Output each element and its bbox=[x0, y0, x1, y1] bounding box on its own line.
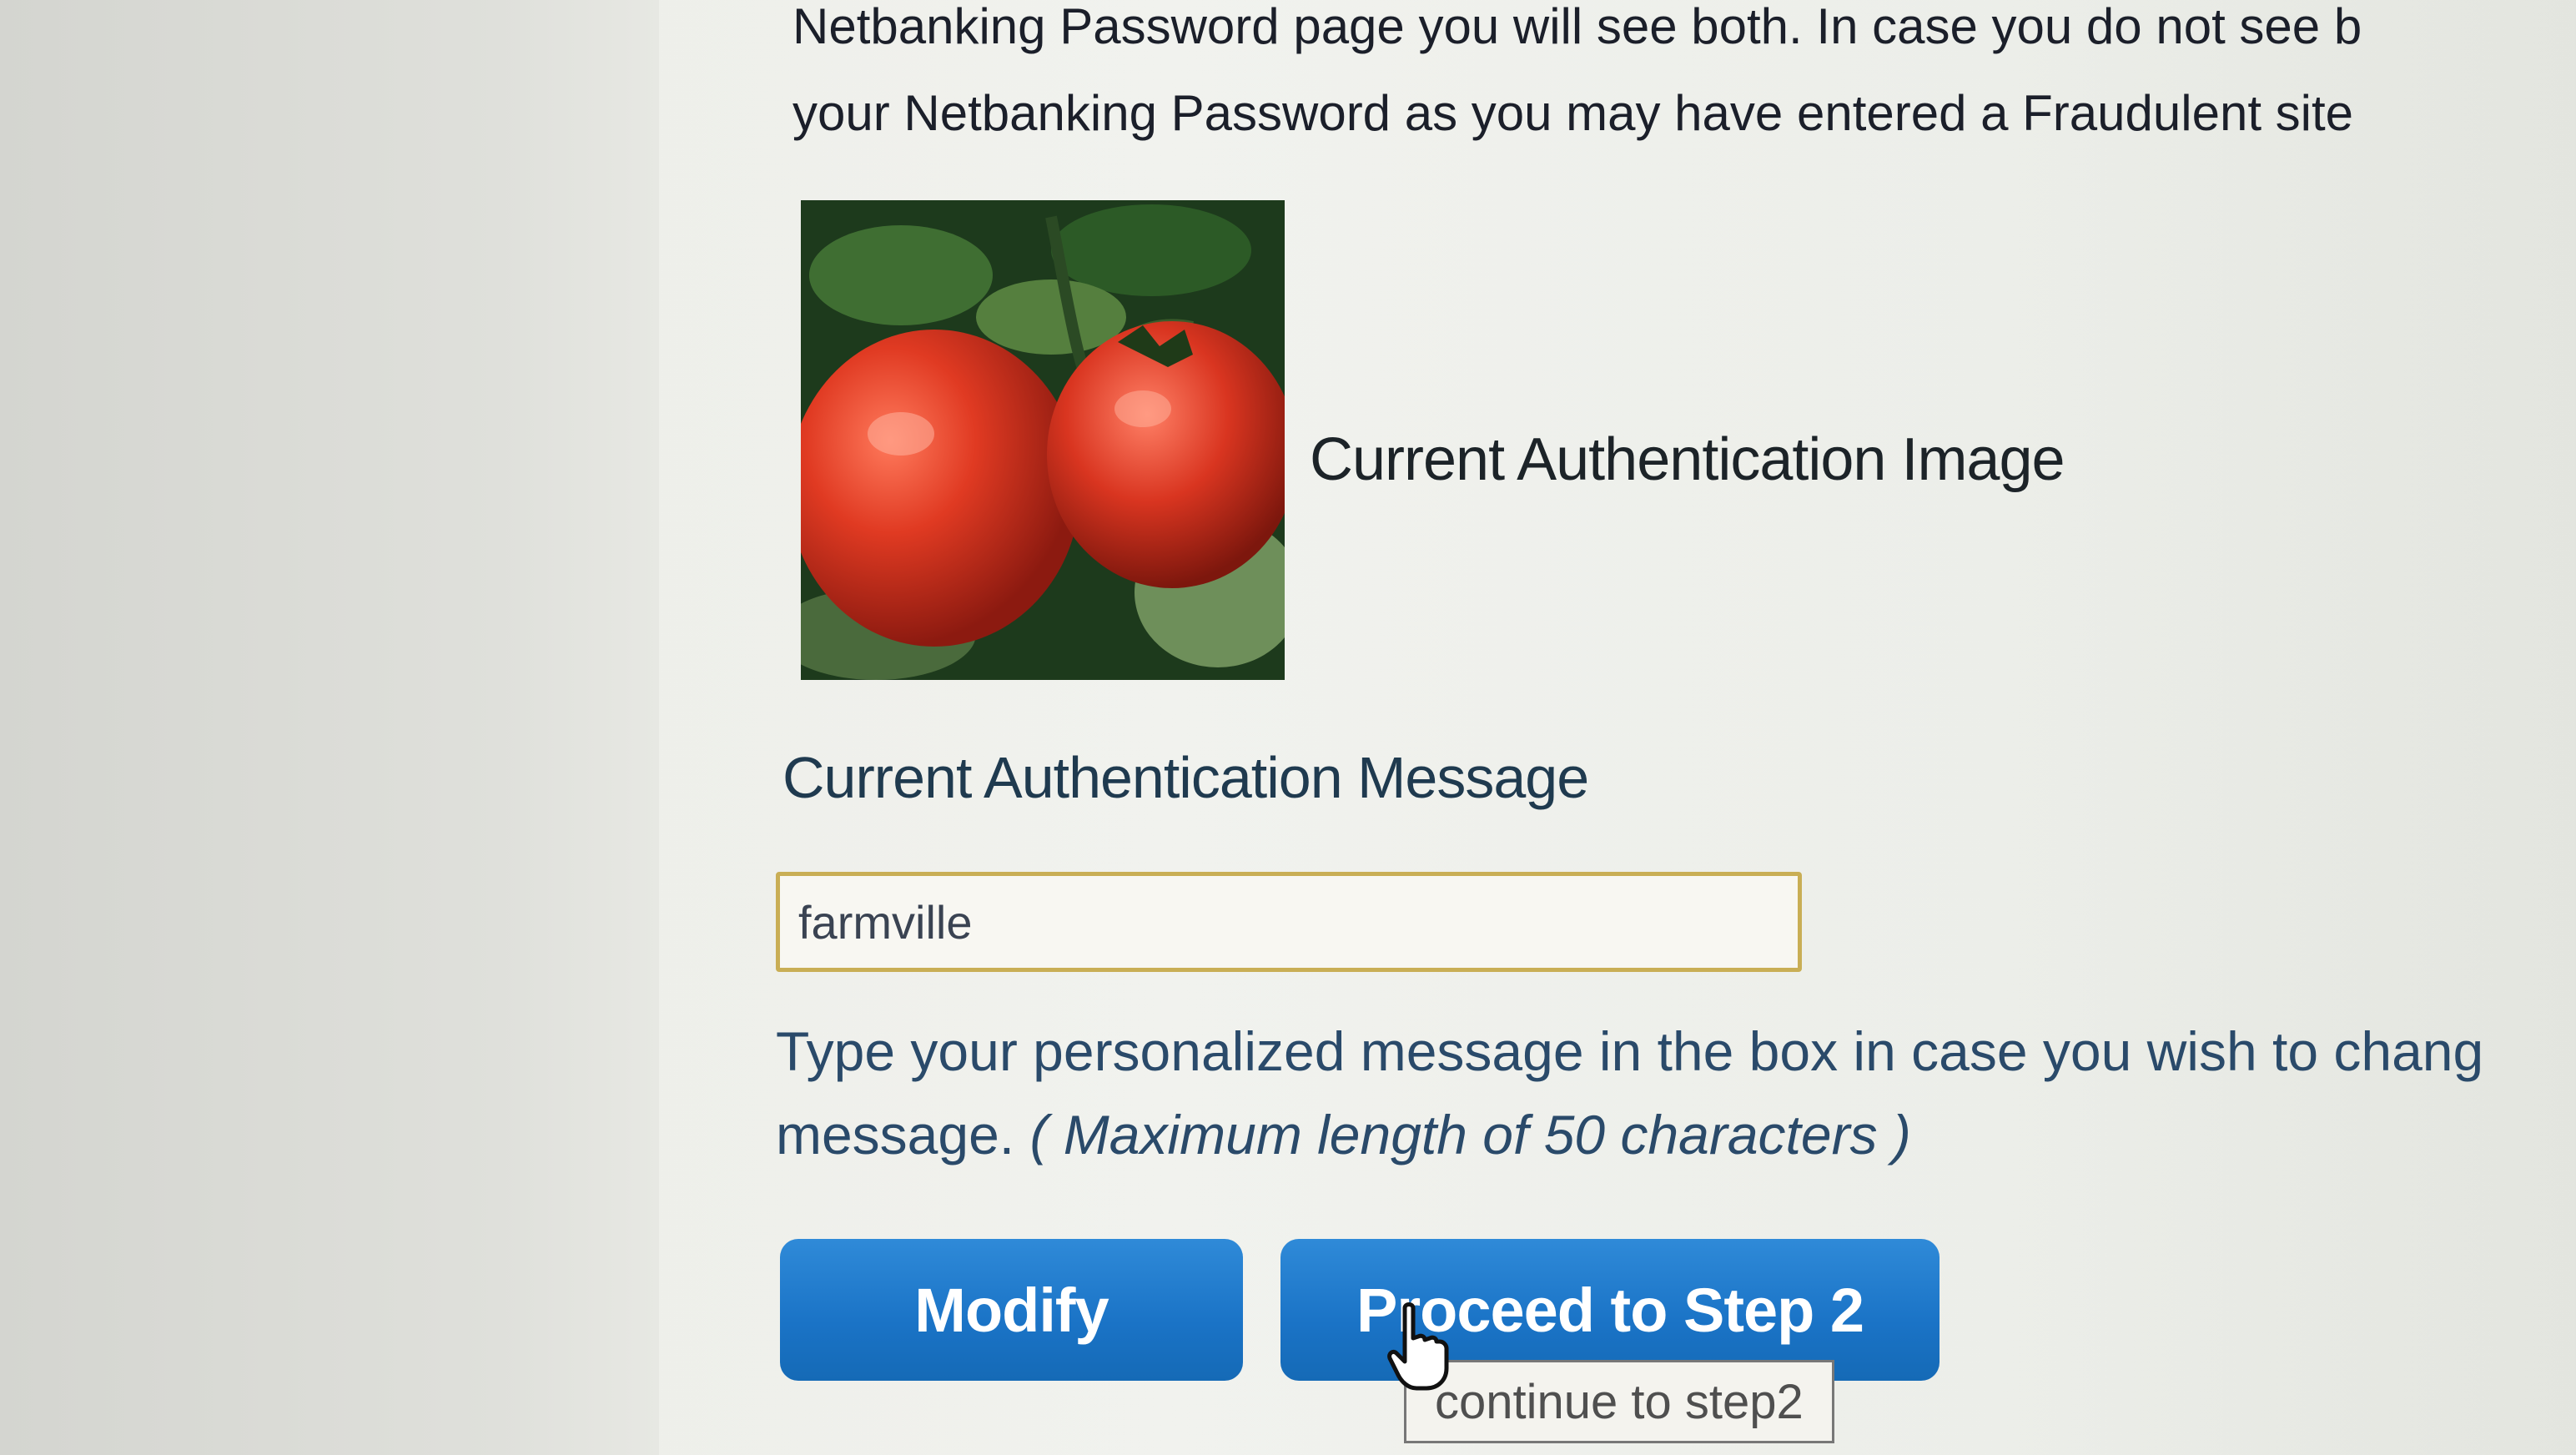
hint-line-2-prefix: message. bbox=[776, 1104, 1015, 1166]
authentication-image bbox=[801, 200, 1285, 680]
hint-line-1: Type your personalized message in the bo… bbox=[776, 1020, 2484, 1082]
authentication-message-label: Current Authentication Message bbox=[782, 745, 1589, 810]
left-panel bbox=[0, 0, 659, 1455]
modify-button[interactable]: Modify bbox=[780, 1239, 1243, 1381]
hint-line-2: message. ( Maximum length of 50 characte… bbox=[776, 1093, 2576, 1176]
proceed-tooltip: continue to step2 bbox=[1404, 1360, 1834, 1443]
message-hint: Type your personalized message in the bo… bbox=[776, 1009, 2576, 1176]
main-content: Netbanking Password page you will see bo… bbox=[659, 0, 2576, 1455]
max-length-note: ( Maximum length of 50 characters ) bbox=[1029, 1104, 1911, 1166]
authentication-image-label: Current Authentication Image bbox=[1310, 426, 2065, 493]
hand-pointer-icon bbox=[1387, 1302, 1449, 1391]
tomato-photo-icon bbox=[801, 200, 1285, 680]
intro-text: Netbanking Password page you will see bo… bbox=[792, 0, 2576, 157]
intro-line-2: your Netbanking Password as you may have… bbox=[792, 85, 2354, 141]
intro-line-1: Netbanking Password page you will see bo… bbox=[792, 0, 2362, 54]
authentication-message-input[interactable] bbox=[776, 872, 1802, 972]
